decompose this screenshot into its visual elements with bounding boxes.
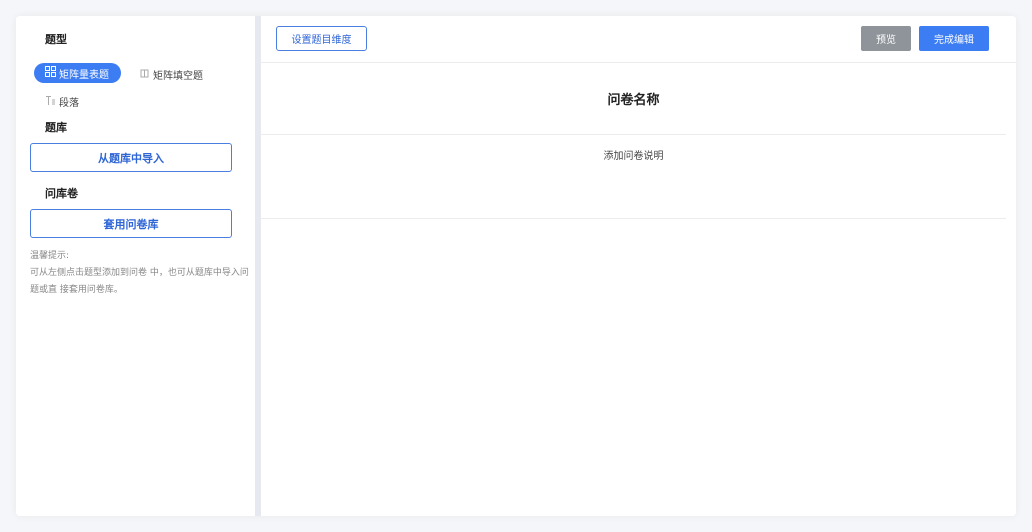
set-dimension-button[interactable]: 设置题目维度	[276, 26, 367, 51]
survey-bank-section-title: 问库卷	[45, 187, 78, 200]
fill-blank-icon	[139, 68, 150, 82]
grid-icon	[45, 66, 56, 80]
survey-name[interactable]: 问卷名称	[261, 63, 1006, 135]
apply-survey-bank-button[interactable]: 套用问卷库	[30, 209, 232, 238]
survey-description-area[interactable]: 添加问卷说明	[261, 135, 1006, 219]
paragraph-icon	[45, 95, 56, 109]
editor-frame: 题型 矩阵量表题 矩阵填空题 段落 题库 从题库中导入 问库卷 套用问卷库 温馨…	[16, 16, 1016, 516]
survey-description-placeholder[interactable]: 添加问卷说明	[261, 147, 1006, 162]
qtype-label: 矩阵填空题	[153, 71, 203, 82]
qtype-matrix-scale[interactable]: 矩阵量表题	[34, 63, 121, 83]
tip-text: 可从左侧点击题型添加到问卷 中，也可从题库中导入问题或直 接套用问卷库。	[30, 268, 249, 295]
qtype-paragraph[interactable]: 段落	[45, 94, 79, 109]
qtype-label: 矩阵量表题	[59, 69, 109, 81]
preview-button[interactable]: 预览	[861, 26, 911, 51]
tip-title: 温馨提示:	[30, 251, 70, 261]
qtype-section-title: 题型	[45, 33, 67, 46]
import-from-bank-button[interactable]: 从题库中导入	[30, 143, 232, 172]
qtype-matrix-fill[interactable]: 矩阵填空题	[139, 67, 203, 82]
bank-section-title: 题库	[45, 121, 67, 134]
finish-edit-button[interactable]: 完成编辑	[919, 26, 989, 51]
left-panel: 题型 矩阵量表题 矩阵填空题 段落 题库 从题库中导入 问库卷 套用问卷库 温馨…	[16, 16, 255, 516]
editor-toolbar: 设置题目维度 预览 完成编辑	[261, 16, 1016, 63]
qtype-label: 段落	[59, 98, 79, 109]
survey-editor: 设置题目维度 预览 完成编辑 问卷名称 添加问卷说明	[261, 16, 1016, 516]
